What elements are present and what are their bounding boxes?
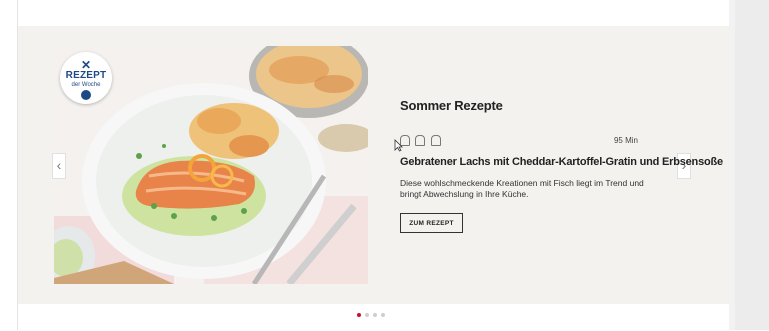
pagination-dot[interactable] xyxy=(381,313,385,317)
carousel-prev-button[interactable]: ‹ xyxy=(52,153,66,179)
cooking-time: 95 Min xyxy=(613,136,638,145)
zum-rezept-button[interactable]: ZUM REZEPT xyxy=(400,213,463,233)
recipe-category: Sommer Rezepte xyxy=(400,98,503,113)
pagination-dot[interactable] xyxy=(373,313,377,317)
right-scroll-area xyxy=(729,0,769,330)
recipe-description: Diese wohlschmeckende Kreationen mit Fis… xyxy=(400,178,644,199)
pagination-dot[interactable] xyxy=(365,313,369,317)
recipe-title[interactable]: Gebratener Lachs mit Cheddar-Kartoffel-G… xyxy=(400,156,723,168)
difficulty-rating xyxy=(400,133,442,146)
chef-hat-icon xyxy=(415,135,426,146)
mouse-pointer-icon xyxy=(394,139,403,152)
recipe-of-the-week-badge: ✕ REZEPT der Woche xyxy=(60,52,112,104)
carousel-pagination xyxy=(357,313,389,319)
scrollbar-track[interactable] xyxy=(735,0,769,330)
badge-subtitle: der Woche xyxy=(71,82,101,88)
badge-seal-icon xyxy=(81,90,91,100)
badge-title: REZEPT xyxy=(65,70,107,81)
pagination-dot[interactable] xyxy=(357,313,361,317)
chef-hat-icon xyxy=(430,135,441,146)
recipe-image[interactable]: ✕ REZEPT der Woche xyxy=(54,46,368,284)
